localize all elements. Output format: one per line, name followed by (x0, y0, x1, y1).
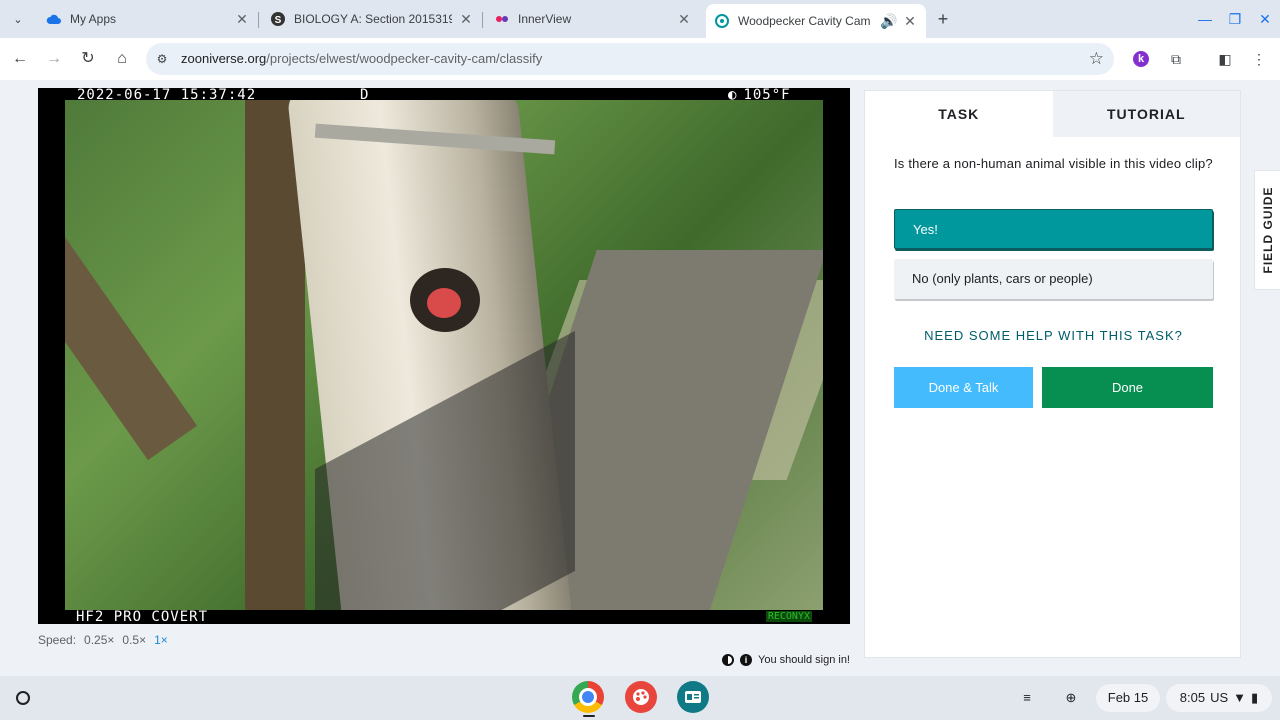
answer-yes-button[interactable]: Yes! (894, 209, 1213, 249)
locale-indicator: US (1210, 690, 1229, 705)
video-mode: D (360, 88, 370, 103)
speed-option-025[interactable]: 0.25× (84, 633, 114, 647)
done-button[interactable]: Done (1042, 367, 1213, 408)
tab-title: InnerView (518, 12, 572, 26)
speaker-icon[interactable]: 🔊 (880, 13, 897, 30)
task-panel: TASK TUTORIAL Is there a non-human anima… (864, 90, 1241, 658)
tab-search-chevron-icon[interactable]: ⌄ (6, 7, 30, 31)
field-guide-tab[interactable]: FIELD GUIDE (1254, 170, 1280, 290)
innerview-icon (494, 11, 510, 27)
new-tab-button[interactable]: + (932, 8, 954, 30)
tab-biology[interactable]: S BIOLOGY A: Section 20153194 ✕ (262, 4, 482, 34)
address-bar[interactable]: ⚙ zooniverse.org/projects/elwest/woodpec… (146, 43, 1114, 75)
schoology-icon: S (270, 11, 286, 27)
media-queue-icon[interactable]: ≡ (1012, 684, 1042, 712)
close-tab-icon[interactable]: ✕ (676, 11, 692, 28)
screencast-app-icon[interactable] (677, 681, 709, 713)
chrome-app-icon[interactable] (572, 681, 604, 713)
extensions-puzzle-icon[interactable]: ⧉ (1166, 49, 1186, 69)
video-player[interactable]: 2022-06-17 15:37:42 D ◐ 105°F HF2 PRO CO… (38, 88, 850, 624)
task-help-link[interactable]: NEED SOME HELP WITH THIS TASK? (894, 328, 1213, 343)
trail-camera-frame (65, 100, 823, 610)
woodpecker-head (427, 288, 461, 318)
canvas-palette-app-icon[interactable] (625, 681, 657, 713)
moon-icon: ◐ (728, 88, 738, 103)
answer-no-button[interactable]: No (only plants, cars or people) (894, 259, 1213, 299)
url-domain: zooniverse.org (181, 51, 267, 66)
add-circle-icon[interactable]: ⊕ (1056, 684, 1086, 712)
done-and-talk-button[interactable]: Done & Talk (894, 367, 1033, 408)
task-question: Is there a non-human animal visible in t… (894, 156, 1213, 171)
k-extension-icon[interactable]: k (1133, 51, 1149, 67)
app-active-indicator (583, 715, 595, 717)
signin-notice: i You should sign in! (722, 654, 850, 666)
browser-tabstrip: ⌄ My Apps ✕ S BIOLOGY A: Section 2015319… (0, 0, 1280, 38)
speed-label: Speed: (38, 633, 77, 647)
home-icon[interactable]: ⌂ (110, 47, 134, 71)
tab-separator (482, 12, 483, 28)
restore-icon[interactable]: ❐ (1224, 8, 1246, 30)
cloud-icon (46, 11, 62, 27)
tab-woodpecker-cavity-cam[interactable]: Woodpecker Cavity Cam 🔊 ✕ (706, 4, 926, 38)
minimize-icon[interactable]: — (1194, 8, 1216, 30)
video-temperature-group: ◐ 105°F (728, 88, 791, 103)
side-panel-icon[interactable]: ◧ (1215, 49, 1235, 69)
menu-kebab-icon[interactable]: ⋮ (1249, 49, 1269, 69)
zooniverse-icon (714, 13, 730, 29)
close-window-icon[interactable]: ✕ (1254, 8, 1276, 30)
tab-separator (258, 12, 259, 28)
wifi-icon: ▼ (1233, 690, 1247, 705)
video-timestamp: 2022-06-17 15:37:42 (77, 88, 257, 103)
tab-my-apps[interactable]: My Apps ✕ (38, 4, 258, 34)
url-text: zooniverse.org/projects/elwest/woodpecke… (181, 51, 542, 66)
os-shelf: ≡ ⊕ Feb 15 8:05 US ▼ ▮ (0, 676, 1280, 720)
bookmark-star-icon[interactable]: ☆ (1089, 49, 1104, 69)
date-tray[interactable]: Feb 15 (1096, 684, 1160, 712)
video-camera-model: HF2 PRO COVERT (76, 609, 209, 624)
page-content: 2022-06-17 15:37:42 D ◐ 105°F HF2 PRO CO… (0, 80, 1280, 676)
browser-toolbar: ← → ↻ ⌂ ⚙ zooniverse.org/projects/elwest… (0, 38, 1280, 80)
tab-task[interactable]: TASK (865, 91, 1053, 137)
status-tray[interactable]: 8:05 US ▼ ▮ (1166, 684, 1272, 712)
tab-title: Woodpecker Cavity Cam (738, 14, 871, 28)
field-guide-label: FIELD GUIDE (1260, 186, 1275, 274)
video-temperature: 105°F (743, 88, 791, 103)
forward-arrow-icon[interactable]: → (42, 47, 66, 71)
close-tab-icon[interactable]: ✕ (902, 13, 918, 30)
speed-option-05[interactable]: 0.5× (122, 633, 146, 647)
tab-title: BIOLOGY A: Section 20153194 (294, 12, 452, 26)
video-brand-logo: RECONYX (765, 611, 812, 622)
tab-innerview[interactable]: InnerView ✕ (486, 4, 700, 34)
info-icon[interactable]: i (740, 654, 753, 666)
signin-text: You should sign in! (758, 654, 850, 666)
launcher-circle-icon[interactable] (9, 684, 37, 712)
reload-icon[interactable]: ↻ (76, 47, 100, 71)
back-arrow-icon[interactable]: ← (8, 47, 32, 71)
svg-text:S: S (275, 15, 282, 26)
speed-option-1[interactable]: 1× (154, 633, 168, 647)
close-tab-icon[interactable]: ✕ (458, 11, 474, 28)
url-path: /projects/elwest/woodpecker-cavity-cam/c… (266, 51, 543, 66)
speed-controls: Speed: 0.25× 0.5× 1× (38, 633, 168, 647)
site-settings-icon[interactable]: ⚙ (154, 51, 170, 67)
clock-time: 8:05 (1179, 690, 1206, 705)
tab-tutorial[interactable]: TUTORIAL (1052, 91, 1240, 137)
contrast-icon[interactable] (722, 654, 735, 666)
panel-tabs: TASK TUTORIAL (865, 91, 1240, 137)
close-tab-icon[interactable]: ✕ (234, 11, 250, 28)
battery-icon: ▮ (1251, 690, 1259, 705)
tab-title: My Apps (70, 12, 117, 26)
